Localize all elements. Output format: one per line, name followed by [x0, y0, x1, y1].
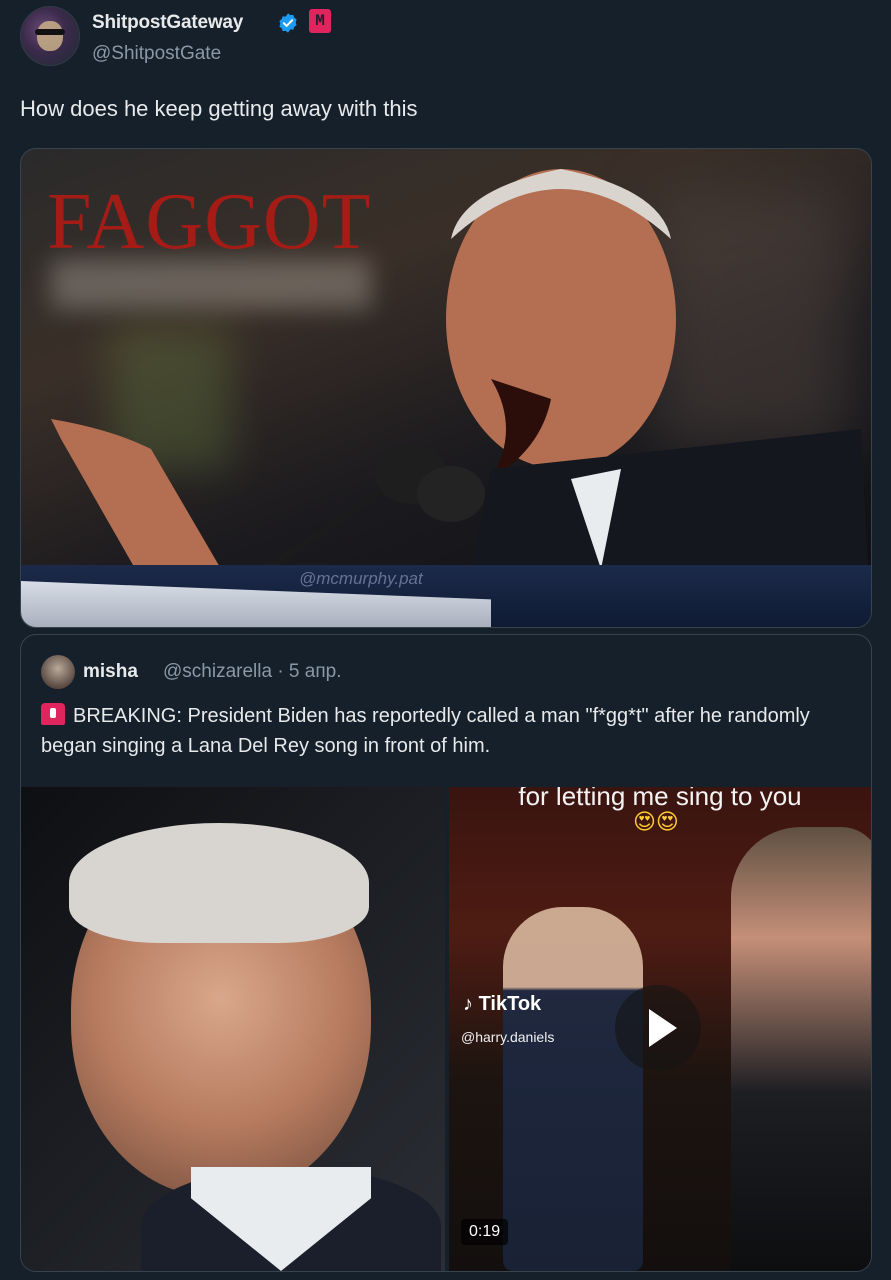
verified-badge-icon — [279, 13, 297, 33]
quoted-avatar[interactable] — [41, 655, 75, 689]
tweet-image[interactable]: FAGGOT @mcmurphy.pat — [20, 148, 872, 628]
video-duration: 0:19 — [461, 1219, 509, 1245]
tiktok-logo: ♪ TikTok — [463, 993, 542, 1015]
quoted-text: BREAKING: President Biden has reportedly… — [41, 705, 810, 757]
portrait-hair — [69, 823, 369, 943]
image-watermark: @mcmurphy.pat — [299, 569, 423, 588]
video-person — [503, 907, 643, 1271]
quoted-tweet[interactable]: misha @schizarella · 5 апр. BREAKING: Pr… — [20, 634, 872, 1272]
author-display-name[interactable]: ShitpostGateway — [92, 12, 243, 34]
quoted-text-block: BREAKING: President Biden has reportedly… — [41, 701, 841, 761]
author-handle[interactable]: @ShitpostGate — [92, 43, 221, 65]
quoted-handle-date[interactable]: @schizarella · 5 апр. — [163, 661, 341, 683]
siren-icon — [41, 703, 65, 725]
author-avatar[interactable] — [20, 6, 80, 66]
play-icon[interactable] — [615, 985, 701, 1071]
tweet-text: How does he keep getting away with this — [20, 96, 418, 121]
heart-eyes-emoji-icon: 😍😍 — [633, 809, 679, 834]
avatar-glasses — [35, 29, 65, 35]
affiliate-badge-icon: M — [309, 9, 331, 33]
quoted-display-name[interactable]: misha — [83, 661, 138, 683]
quoted-image[interactable] — [21, 787, 445, 1271]
overlay-word: FAGGOT — [47, 178, 372, 266]
tiktok-brand: TikTok — [478, 993, 542, 1015]
avatar-face — [37, 21, 63, 51]
video-foreground-person — [731, 827, 871, 1271]
quoted-video[interactable]: for letting me sing to you 😍😍 ♪ TikTok @… — [449, 787, 871, 1271]
tiktok-user: @harry.daniels — [461, 1029, 555, 1045]
